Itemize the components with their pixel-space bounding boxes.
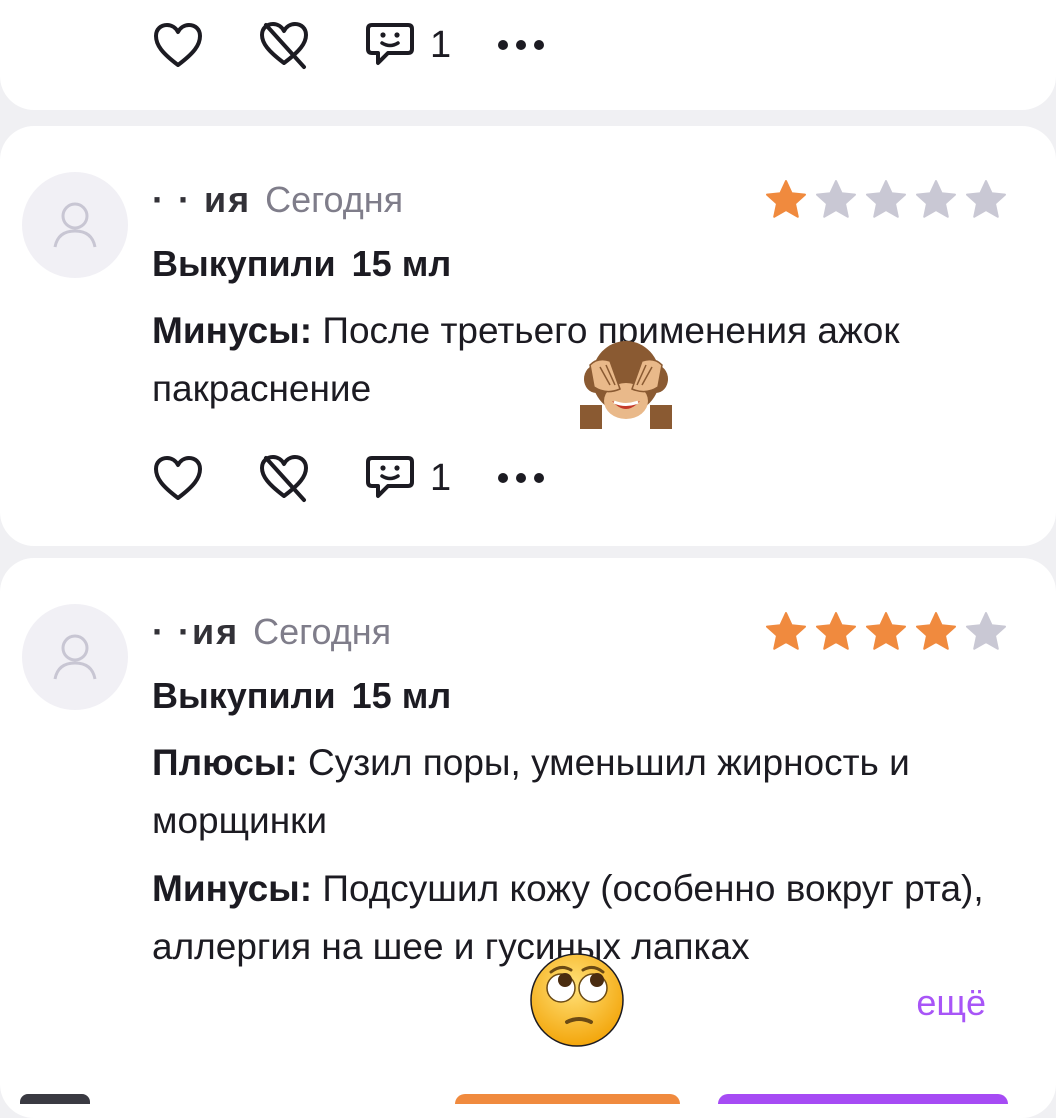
comment-smile-icon [366, 23, 414, 65]
star-empty-icon [914, 178, 958, 220]
like-button[interactable] [152, 454, 204, 502]
author-name: · ·ия [152, 611, 240, 652]
heart-icon [154, 456, 202, 500]
review-header: · · ия Сегодня [152, 178, 403, 222]
see-no-evil-monkey-sticker [580, 335, 672, 434]
avatar [22, 604, 128, 710]
cons-section: Минусы: После третьего применения ажок п… [152, 302, 996, 418]
star-empty-icon [814, 178, 858, 220]
cons-label: Минусы: [152, 310, 313, 351]
user-avatar-icon [53, 202, 97, 248]
comments-button[interactable]: 1 [364, 452, 451, 504]
review-header: · ·ия Сегодня [152, 610, 391, 654]
broken-heart-icon [260, 455, 308, 502]
purchase-info: Выкупили 15 мл [152, 674, 451, 718]
avatar [22, 172, 128, 278]
more-options-button[interactable] [497, 472, 545, 484]
broken-heart-icon [260, 22, 308, 69]
rating-stars [764, 178, 1008, 220]
comment-smile-icon [366, 456, 414, 498]
user-avatar-icon [53, 634, 97, 680]
star-empty-icon [864, 178, 908, 220]
back-button[interactable] [20, 1094, 90, 1104]
review-actions: 1 [152, 448, 545, 508]
review-date: Сегодня [265, 179, 404, 220]
purchase-volume: 15 мл [351, 675, 452, 716]
bottom-action-bar [0, 1090, 1056, 1104]
rating-stars [764, 610, 1008, 652]
dislike-button[interactable] [256, 19, 312, 71]
eye-roll-emoji-sticker [527, 950, 627, 1055]
cons-label: Минусы: [152, 868, 313, 909]
purchase-volume: 15 мл [351, 243, 452, 284]
more-options-button[interactable] [497, 39, 545, 51]
like-button[interactable] [152, 21, 204, 69]
buy-now-button[interactable] [718, 1094, 1008, 1104]
review-card: · · ия Сегодня Выкупили 15 мл Минусы: Посл… [0, 126, 1056, 546]
star-filled-icon [814, 610, 858, 652]
pros-label: Плюсы: [152, 742, 298, 783]
comments-button[interactable]: 1 [364, 19, 451, 71]
star-empty-icon [964, 178, 1008, 220]
heart-icon [154, 23, 202, 67]
review-actions: 1 [152, 15, 545, 75]
star-filled-icon [764, 610, 808, 652]
star-filled-icon [914, 610, 958, 652]
author-name: · · ия [152, 179, 252, 220]
add-to-cart-button[interactable] [455, 1094, 680, 1104]
show-more-link[interactable]: ещё [916, 982, 986, 1024]
star-filled-icon [764, 178, 808, 220]
purchase-label: Выкупили [152, 243, 336, 284]
purchase-info: Выкупили 15 мл [152, 242, 451, 286]
dislike-button[interactable] [256, 452, 312, 504]
more-dots-icon [498, 473, 545, 483]
review-card-previous: 1 [0, 0, 1056, 110]
purchase-label: Выкупили [152, 675, 336, 716]
comment-count: 1 [430, 456, 452, 499]
more-dots-icon [498, 40, 545, 50]
comment-count: 1 [430, 23, 452, 66]
star-filled-icon [864, 610, 908, 652]
star-empty-icon [964, 610, 1008, 652]
pros-section: Плюсы: Сузил поры, уменьшил жирность и м… [152, 734, 996, 850]
review-date: Сегодня [253, 611, 392, 652]
